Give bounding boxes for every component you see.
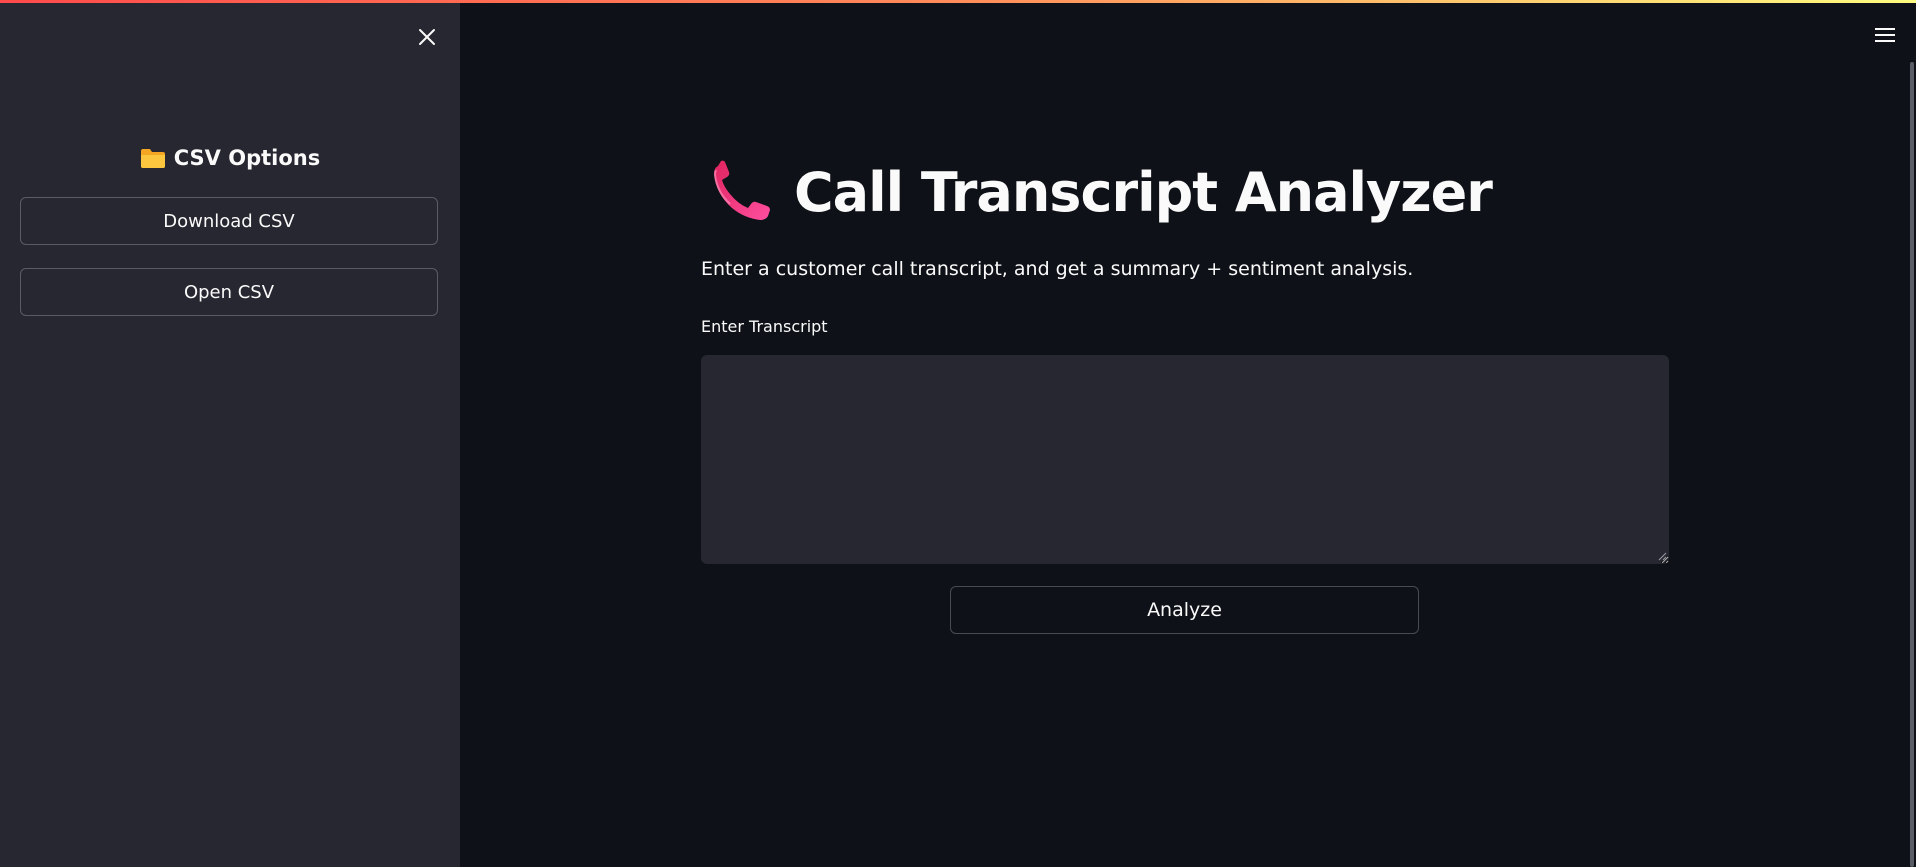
title-row: Call Transcript Analyzer bbox=[710, 160, 1493, 224]
folder-icon bbox=[140, 149, 165, 168]
analyze-label: Analyze bbox=[1147, 599, 1222, 621]
download-csv-label: Download CSV bbox=[163, 210, 295, 232]
app-root: CSV Options Download CSV Open CSV Call T… bbox=[0, 0, 1916, 867]
sidebar-header: CSV Options bbox=[0, 146, 460, 170]
open-csv-label: Open CSV bbox=[183, 281, 275, 303]
close-icon bbox=[419, 29, 435, 45]
open-csv-button[interactable]: Open CSV bbox=[20, 268, 438, 316]
resize-grip-icon[interactable] bbox=[1657, 551, 1667, 561]
telephone-receiver-icon bbox=[713, 160, 770, 220]
main-menu-button[interactable] bbox=[1870, 20, 1900, 50]
hamburger-menu-icon bbox=[1875, 28, 1895, 42]
page-scrollbar[interactable] bbox=[1910, 62, 1914, 867]
download-csv-button[interactable]: Download CSV bbox=[20, 197, 438, 245]
transcript-input[interactable] bbox=[701, 355, 1669, 564]
page-subtitle: Enter a customer call transcript, and ge… bbox=[701, 258, 1414, 280]
transcript-label: Enter Transcript bbox=[701, 317, 828, 336]
sidebar-header-label: CSV Options bbox=[173, 146, 321, 170]
top-decoration-bar bbox=[0, 0, 1916, 3]
analyze-button[interactable]: Analyze bbox=[950, 586, 1419, 634]
sidebar: CSV Options Download CSV Open CSV bbox=[0, 0, 460, 867]
close-sidebar-button[interactable] bbox=[412, 22, 442, 52]
page-title: Call Transcript Analyzer bbox=[794, 160, 1493, 224]
